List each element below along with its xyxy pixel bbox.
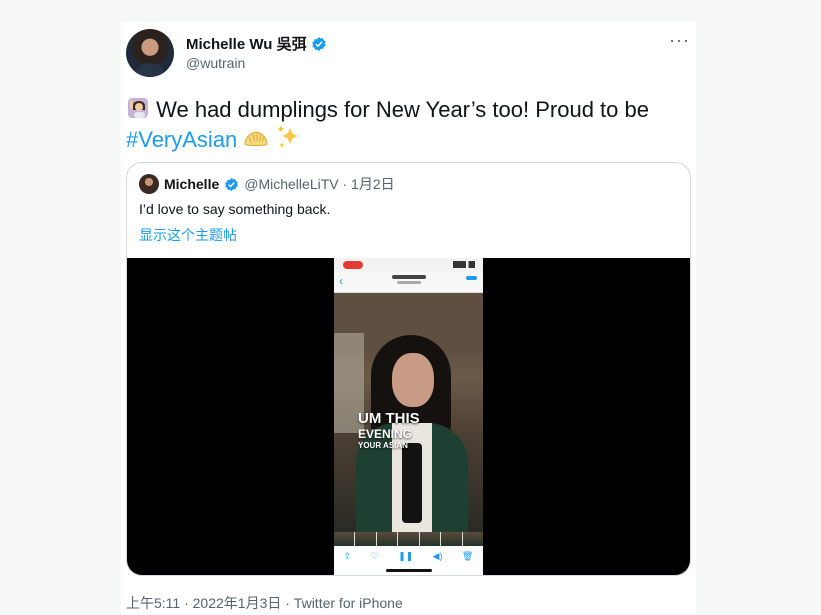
back-chevron-icon: ‹ (339, 274, 343, 288)
tweet-body-text: We had dumplings for New Year’s too! Pro… (150, 97, 649, 122)
video-frame: ‹ UM THIS EVENING YOUR ASIAN ⇪ ♡ ❚❚ ◀) 🗑 (334, 258, 483, 575)
more-options-icon[interactable]: ··· (669, 31, 690, 49)
video-caption-line3: YOUR ASIAN (358, 441, 408, 450)
quoted-tweet[interactable]: Michelle @MichelleLiTV · 1月2日 I’d love t… (126, 162, 691, 576)
share-icon: ⇪ (343, 550, 352, 561)
tweet-timestamp[interactable]: 上午5:11 · 2022年1月3日 · Twitter for iPhone (126, 593, 403, 613)
video-caption: UM THIS EVENING YOUR ASIAN (358, 411, 420, 450)
tweet-card: Michelle Wu 吳弭 @wutrain ··· We had dumpl… (121, 22, 696, 615)
verified-badge-icon (225, 177, 239, 191)
phone-nav-bar: ‹ (334, 272, 483, 293)
quoted-tweet-header: Michelle @MichelleLiTV · 1月2日 (139, 174, 395, 194)
video-content: UM THIS EVENING YOUR ASIAN (334, 293, 483, 533)
pause-icon: ❚❚ (398, 550, 414, 561)
phone-edit-link (466, 276, 477, 280)
author-handle[interactable]: @wutrain (186, 55, 245, 71)
home-indicator (386, 569, 432, 572)
phone-nav-subtitle (397, 281, 421, 284)
dumpling-icon (244, 131, 268, 146)
video-player[interactable]: ‹ UM THIS EVENING YOUR ASIAN ⇪ ♡ ❚❚ ◀) 🗑 (127, 258, 690, 575)
signal-battery-icon (453, 261, 475, 268)
hashtag-link[interactable]: #VeryAsian (126, 127, 237, 152)
sparkles-icon (276, 125, 299, 148)
trash-icon: 🗑 (461, 550, 474, 561)
video-caption-line1: UM THIS (358, 410, 420, 427)
author-name-row[interactable]: Michelle Wu 吳弭 (186, 33, 327, 54)
verified-badge-icon (311, 36, 326, 51)
video-caption-line2: EVENING (358, 427, 413, 441)
author-name[interactable]: Michelle Wu 吳弭 (186, 33, 307, 54)
woman-gesturing-icon (128, 98, 148, 118)
phone-nav-title (392, 275, 426, 279)
quoted-handle-date: @MichelleLiTV · 1月2日 (244, 176, 395, 192)
recording-indicator-icon (343, 261, 363, 269)
author-avatar[interactable] (126, 29, 174, 77)
video-filmstrip (334, 532, 483, 546)
quoted-author-name: Michelle (164, 176, 220, 192)
tweet-text: We had dumplings for New Year’s too! Pro… (126, 95, 686, 154)
quoted-tweet-text: I’d love to say something back. (139, 201, 331, 217)
phone-status-bar (334, 258, 483, 272)
phone-video-controls: ⇪ ♡ ❚❚ ◀) 🗑 (334, 546, 483, 566)
show-thread-link[interactable]: 显示这个主题帖 (139, 225, 237, 245)
quoted-author-avatar (139, 174, 159, 194)
volume-icon: ◀) (432, 550, 443, 561)
heart-icon: ♡ (370, 550, 379, 561)
